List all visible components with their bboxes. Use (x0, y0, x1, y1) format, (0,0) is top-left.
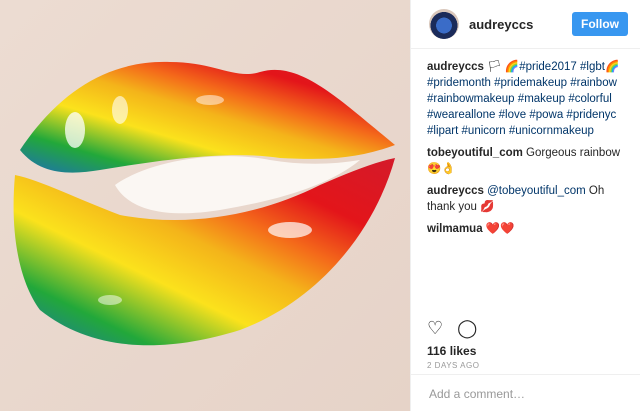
comment-username[interactable]: tobeyoutiful_com (427, 147, 523, 159)
rainbow-lips-image (0, 0, 410, 411)
comment-text: 🌈 (604, 61, 620, 73)
comment: audreyccs @tobeyoutiful_com Oh thank you… (427, 183, 628, 215)
hashtag-link[interactable]: #unicorn (462, 125, 506, 137)
hashtag-link[interactable]: #rainbow (570, 77, 617, 89)
hashtag-link[interactable]: @tobeyoutiful_com (487, 185, 586, 197)
hashtag-link[interactable]: #unicornmakeup (509, 125, 594, 137)
likes-count[interactable]: 116 likes (427, 344, 476, 358)
comment-username[interactable]: wilmamua (427, 223, 483, 235)
hashtag-link[interactable]: #pridemonth (427, 77, 491, 89)
comment: wilmamua ❤️❤️ (427, 221, 628, 237)
hashtag-link[interactable]: #pride2017 (519, 61, 577, 73)
post-header: audreyccs Follow (411, 0, 640, 49)
hashtag-link[interactable]: #powa (529, 109, 563, 121)
comments-list: audreyccs 🏳 🌈#pride2017 #lgbt🌈 #pridemon… (411, 49, 640, 237)
hashtag-link[interactable]: #pridemakeup (494, 77, 567, 89)
comment: tobeyoutiful_com Gorgeous rainbow 😍👌 (427, 145, 628, 177)
add-comment-bar (411, 374, 640, 413)
comment-icon[interactable]: ◯ (457, 318, 477, 338)
comment-input[interactable] (427, 386, 611, 402)
comment-username[interactable]: audreyccs (427, 61, 484, 73)
hashtag-link[interactable]: #pridenyc (566, 109, 616, 121)
hashtag-link[interactable]: #rainbowmakeup (427, 93, 515, 105)
hashtag-link[interactable]: #lipart (427, 125, 458, 137)
follow-button[interactable]: Follow (572, 12, 628, 36)
hashtag-link[interactable]: #makeup (518, 93, 565, 105)
comment-text: ❤️❤️ (485, 223, 515, 235)
hashtag-link[interactable]: #lgbt (580, 61, 605, 73)
hashtag-link[interactable]: #weareallone (427, 109, 495, 121)
comment-text: 🏳 🌈 (487, 61, 520, 73)
timestamp[interactable]: 2 DAYS AGO (427, 361, 479, 370)
avatar[interactable] (429, 9, 459, 39)
post-photo[interactable] (0, 0, 410, 411)
heart-icon[interactable]: ♡ (427, 318, 443, 338)
author-username[interactable]: audreyccs (469, 17, 572, 32)
instagram-post: audreyccs Follow audreyccs 🏳 🌈#pride2017… (0, 0, 640, 411)
action-bar: ♡ ◯ (427, 318, 477, 338)
post-sidebar: audreyccs Follow audreyccs 🏳 🌈#pride2017… (410, 0, 640, 411)
hashtag-link[interactable]: #colorful (568, 93, 611, 105)
comment: audreyccs 🏳 🌈#pride2017 #lgbt🌈 #pridemon… (427, 59, 628, 139)
comment-username[interactable]: audreyccs (427, 185, 484, 197)
hashtag-link[interactable]: #love (499, 109, 527, 121)
